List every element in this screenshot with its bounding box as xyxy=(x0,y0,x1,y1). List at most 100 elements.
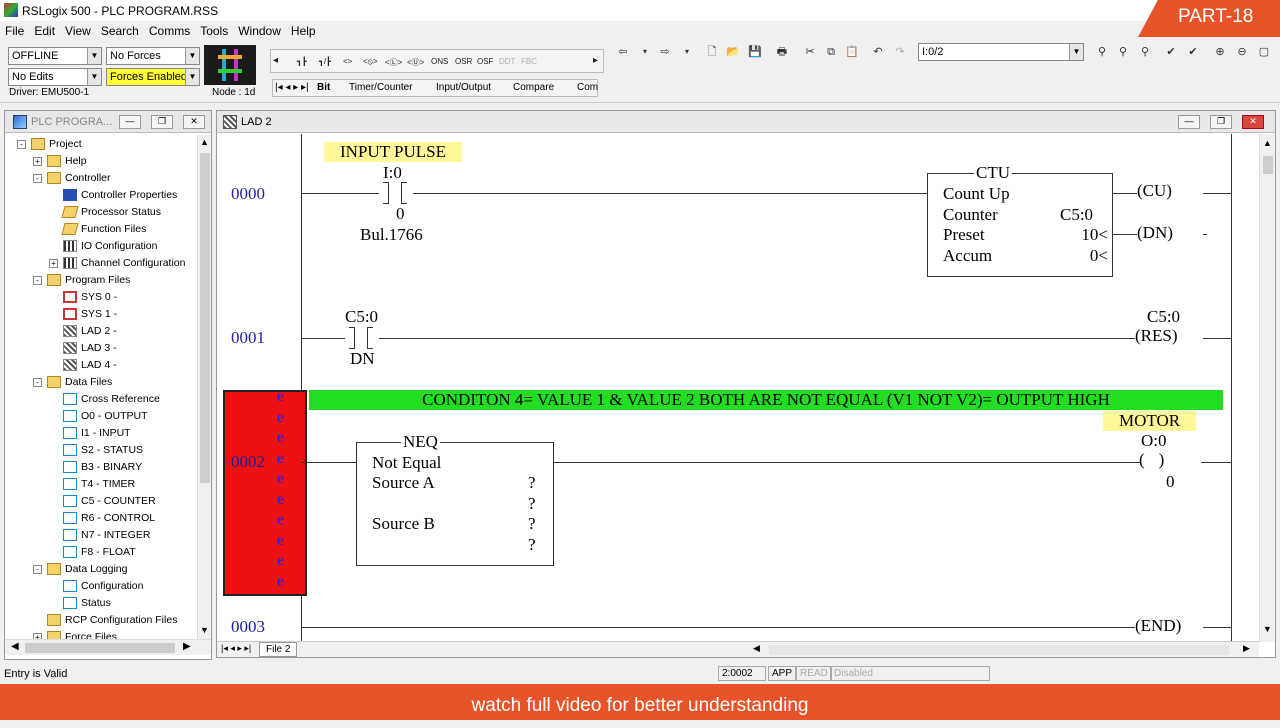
ddt-instruction[interactable]: DDT xyxy=(499,57,515,66)
ladder-horizontal-scrollbar[interactable] xyxy=(769,645,1229,655)
tab-timer-counter[interactable]: Timer/Counter xyxy=(349,82,413,93)
scroll-right-icon[interactable]: ▶ xyxy=(1243,643,1250,654)
scroll-left-icon[interactable]: ◀ xyxy=(11,641,19,652)
collapse-icon[interactable]: - xyxy=(33,276,42,285)
tree-item[interactable]: LAD 3 - xyxy=(63,340,117,357)
collapse-icon[interactable]: - xyxy=(17,140,26,149)
tree-item[interactable]: Controller Properties xyxy=(63,187,177,204)
tree-item[interactable]: Processor Status xyxy=(61,204,161,221)
forward-dropdown-icon[interactable]: ▾ xyxy=(678,43,696,61)
zoom-in-icon[interactable]: ⊕ xyxy=(1211,43,1229,61)
collapse-icon[interactable]: - xyxy=(33,174,42,183)
collapse-icon[interactable]: - xyxy=(33,565,42,574)
verify-file-icon[interactable]: ✔ xyxy=(1162,43,1180,61)
cu-output[interactable]: (CU) xyxy=(1137,181,1172,201)
file-tab[interactable]: File 2 xyxy=(259,642,298,657)
scroll-up-icon[interactable]: ▲ xyxy=(1263,138,1272,148)
scroll-down-icon[interactable]: ▼ xyxy=(1263,624,1272,634)
verify-project-icon[interactable]: ✔ xyxy=(1184,43,1202,61)
tree-item[interactable]: SYS 0 - xyxy=(63,289,117,306)
tree-item[interactable]: O0 - OUTPUT xyxy=(63,408,148,425)
menu-comms[interactable]: Comms xyxy=(144,21,195,38)
replace-icon[interactable]: ⚲ xyxy=(1136,43,1154,61)
zoom-out-icon[interactable]: ⊖ xyxy=(1233,43,1251,61)
tab-nav-icon[interactable]: |◂ ◂ ▸ ▸| xyxy=(275,82,309,93)
tree-item[interactable]: RCP Configuration Files xyxy=(47,612,177,629)
dropdown-arrow-icon[interactable]: ▼ xyxy=(185,69,199,85)
forces-enabled-select[interactable]: Forces Enabled ▼ xyxy=(106,68,200,86)
menu-window[interactable]: Window xyxy=(233,21,286,38)
restore-icon[interactable]: ❐ xyxy=(151,115,173,129)
tree-item[interactable]: F8 - FLOAT xyxy=(63,544,136,561)
cut-icon[interactable]: ✂ xyxy=(801,43,819,61)
close-icon[interactable]: ✕ xyxy=(183,115,205,129)
dropdown-arrow-icon[interactable]: ▼ xyxy=(87,48,101,64)
rung-number[interactable]: 0000 xyxy=(231,184,265,204)
scroll-left-icon[interactable]: ◀ xyxy=(753,643,760,654)
tab-nav-icon[interactable]: |◂ ◂ ▸ ▸| xyxy=(221,643,251,654)
ote-slash-instruction[interactable]: <⦸> xyxy=(363,57,378,67)
forward-arrow-icon[interactable]: ⇨ xyxy=(656,43,674,61)
print-icon[interactable]: 🖶 xyxy=(773,43,791,61)
forces-select[interactable]: No Forces ▼ xyxy=(106,47,200,65)
tree-item[interactable]: R6 - CONTROL xyxy=(63,510,155,527)
collapse-icon[interactable]: - xyxy=(33,378,42,387)
back-dropdown-icon[interactable]: ▾ xyxy=(636,43,654,61)
tree-item[interactable]: Data Files xyxy=(47,374,112,391)
menu-help[interactable]: Help xyxy=(286,21,321,38)
menu-edit[interactable]: Edit xyxy=(29,21,60,38)
menu-search[interactable]: Search xyxy=(96,21,144,38)
tree-item[interactable]: Program Files xyxy=(47,272,130,289)
tree-item[interactable]: N7 - INTEGER xyxy=(63,527,150,544)
tree-vertical-scrollbar[interactable]: ▲ ▼ xyxy=(197,135,211,639)
tree-item[interactable]: S2 - STATUS xyxy=(63,442,143,459)
tree-item[interactable]: B3 - BINARY xyxy=(63,459,142,476)
menu-tools[interactable]: Tools xyxy=(195,21,233,38)
address-search-input[interactable]: I:0/2 ▼ xyxy=(918,43,1084,61)
expand-icon[interactable]: + xyxy=(33,157,42,166)
rung-number[interactable]: 0003 xyxy=(231,617,265,637)
osf-instruction[interactable]: OSF xyxy=(477,57,493,66)
tree-item[interactable]: Data Logging xyxy=(47,561,127,578)
scroll-left-icon[interactable]: ◂ xyxy=(273,55,278,66)
restore-icon[interactable]: ❐ xyxy=(1210,115,1232,129)
tree-item[interactable]: T4 - TIMER xyxy=(63,476,135,493)
save-icon[interactable]: 💾 xyxy=(746,43,764,61)
fbc-instruction[interactable]: FBC xyxy=(521,57,537,66)
xic-contact[interactable] xyxy=(379,182,413,204)
copy-icon[interactable]: ⧉ xyxy=(822,43,840,61)
scroll-right-icon[interactable]: ▸ xyxy=(593,55,598,66)
expand-icon[interactable]: + xyxy=(49,259,58,268)
close-icon[interactable]: ✕ xyxy=(1242,115,1264,129)
tree-item[interactable]: LAD 2 - xyxy=(63,323,117,340)
dropdown-arrow-icon[interactable]: ▼ xyxy=(1069,44,1083,60)
neq-instruction-block[interactable]: NEQ Not Equal Source A ? ? Source B ? ? xyxy=(356,432,554,566)
tree-horizontal-scrollbar[interactable]: ◀ ▶ xyxy=(5,639,211,655)
back-arrow-icon[interactable]: ⇦ xyxy=(614,43,632,61)
maximize-view-icon[interactable]: ▢ xyxy=(1255,43,1273,61)
tree-item[interactable]: Cross Reference xyxy=(63,391,160,408)
tree-item[interactable]: C5 - COUNTER xyxy=(63,493,156,510)
rung-number[interactable]: 0002 xyxy=(231,452,265,472)
res-coil[interactable]: (RES) xyxy=(1135,326,1178,346)
end-instruction[interactable]: (END) xyxy=(1135,616,1181,636)
tree-item[interactable]: I1 - INPUT xyxy=(63,425,131,442)
minimize-icon[interactable]: — xyxy=(1178,115,1200,129)
xic-instruction[interactable]: ┓┣ xyxy=(297,57,307,66)
open-folder-icon[interactable]: 📂 xyxy=(724,43,742,61)
paste-icon[interactable]: 📋 xyxy=(843,43,861,61)
ctu-instruction-block[interactable]: CTU Count Up Counter C5:0 Preset 10< Acc… xyxy=(927,163,1113,277)
dn-output[interactable]: (DN) xyxy=(1137,223,1173,243)
ons-instruction[interactable]: ONS xyxy=(431,57,448,66)
scrollbar-thumb[interactable] xyxy=(25,643,175,653)
otu-instruction[interactable]: <Ⓤ> xyxy=(407,57,424,68)
xio-instruction[interactable]: ┓/┣ xyxy=(319,57,331,66)
scrollbar-thumb[interactable] xyxy=(200,153,210,483)
motor-output-coil[interactable]: () xyxy=(1139,450,1178,470)
dropdown-arrow-icon[interactable]: ▼ xyxy=(87,69,101,85)
otl-instruction[interactable]: <Ⓛ> xyxy=(385,57,402,68)
tree-item[interactable]: Project xyxy=(31,136,82,153)
find-icon[interactable]: ⚲ xyxy=(1093,43,1111,61)
tree-item[interactable]: Status xyxy=(63,595,111,612)
new-file-icon[interactable]: 🗋 xyxy=(703,43,721,61)
